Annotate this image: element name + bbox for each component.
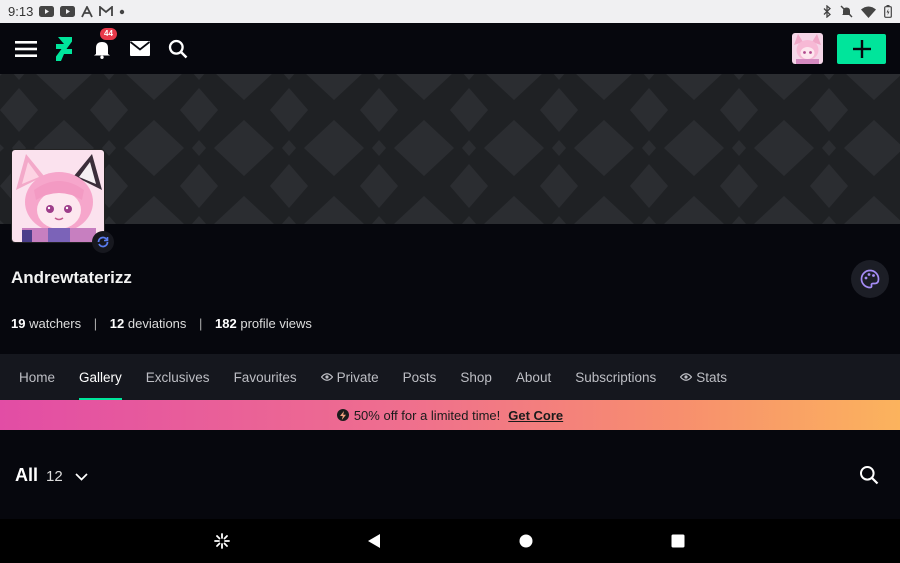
notifications-badge: 44: [100, 27, 117, 40]
tab-subscriptions[interactable]: Subscriptions: [563, 354, 668, 400]
stats-separator: |: [93, 316, 98, 331]
tab-label: Subscriptions: [575, 369, 657, 385]
mute-icon: [840, 5, 853, 18]
tab-label: Private: [336, 369, 379, 385]
tab-label: About: [515, 369, 552, 385]
palette-icon: [860, 269, 880, 289]
dot-icon: [119, 9, 125, 15]
create-button[interactable]: [837, 33, 886, 64]
gmail-icon: [99, 6, 114, 17]
tab-label: Exclusives: [145, 369, 210, 385]
youtube-icon: [60, 6, 76, 17]
gallery-title: All: [15, 465, 39, 485]
wifi-icon: [861, 6, 876, 18]
tab-label: Gallery: [79, 369, 122, 385]
theme-palette-button[interactable]: [851, 260, 889, 298]
bluetooth-icon: [823, 5, 832, 18]
change-avatar-button[interactable]: [92, 231, 114, 253]
tab-about[interactable]: About: [504, 354, 563, 400]
tab-label: Favourites: [233, 369, 297, 385]
deviantart-logo-icon[interactable]: [52, 36, 76, 61]
mail-icon[interactable]: [128, 37, 152, 61]
tab-label: Shop: [460, 369, 492, 385]
status-bar: 9:13: [0, 0, 900, 23]
chevron-down-icon: [75, 473, 88, 481]
user-avatar[interactable]: [792, 33, 823, 64]
tab-favourites[interactable]: Favourites: [222, 354, 309, 400]
tab-private[interactable]: Private: [309, 354, 391, 400]
home-icon[interactable]: [514, 529, 538, 553]
stats-separator: |: [199, 316, 203, 331]
battery-icon: [884, 5, 892, 18]
eye-icon: [680, 372, 693, 382]
profile-username: Andrewtaterizz: [11, 268, 132, 287]
eye-icon: [320, 372, 333, 382]
back-icon[interactable]: [362, 529, 386, 553]
tab-posts[interactable]: Posts: [391, 354, 449, 400]
status-time: 9:13: [8, 4, 34, 19]
assistant-icon[interactable]: [210, 529, 234, 553]
views-count: 182: [215, 316, 237, 331]
tab-label: Posts: [402, 369, 437, 385]
android-nav-bar: [0, 519, 900, 563]
get-core-link[interactable]: Get Core: [508, 408, 563, 423]
search-icon[interactable]: [166, 37, 190, 61]
tab-label: Home: [19, 369, 56, 385]
tab-label: Stats: [696, 369, 728, 385]
notifications-bell-icon[interactable]: 44: [90, 27, 117, 61]
tab-home[interactable]: Home: [7, 354, 67, 400]
promo-banner: 50% off for a limited time! Get Core: [0, 400, 900, 430]
lightning-icon: [336, 409, 349, 421]
deviations-count: 12: [109, 316, 125, 331]
tab-gallery[interactable]: Gallery: [67, 354, 134, 400]
promo-text: 50% off for a limited time!: [353, 407, 501, 423]
tab-shop[interactable]: Shop: [448, 354, 504, 400]
profile-stats: 19 watchers | 12 deviations | 182 profil…: [11, 316, 312, 331]
gallery-header: [0, 430, 900, 520]
watchers-count: 19: [11, 316, 26, 331]
deviations-label: deviations: [127, 316, 187, 331]
gallery-count: 12: [46, 468, 63, 485]
views-label: profile views: [240, 316, 312, 331]
tab-exclusives[interactable]: Exclusives: [134, 354, 222, 400]
profile-info-area: [0, 224, 900, 354]
profile-tabs: Home Gallery Exclusives Favourites Priva…: [0, 354, 900, 400]
app-bar: 44: [0, 23, 900, 74]
youtube-icon: [39, 6, 55, 17]
profile-avatar[interactable]: [11, 149, 105, 243]
font-icon: [81, 5, 94, 18]
watchers-label: watchers: [29, 316, 82, 331]
menu-icon[interactable]: [14, 37, 38, 61]
tab-stats[interactable]: Stats: [668, 354, 739, 400]
profile-banner: [0, 74, 900, 224]
gallery-search-icon[interactable]: [859, 465, 881, 487]
gallery-folder-selector[interactable]: All 12: [15, 465, 88, 486]
recents-icon[interactable]: [666, 529, 690, 553]
